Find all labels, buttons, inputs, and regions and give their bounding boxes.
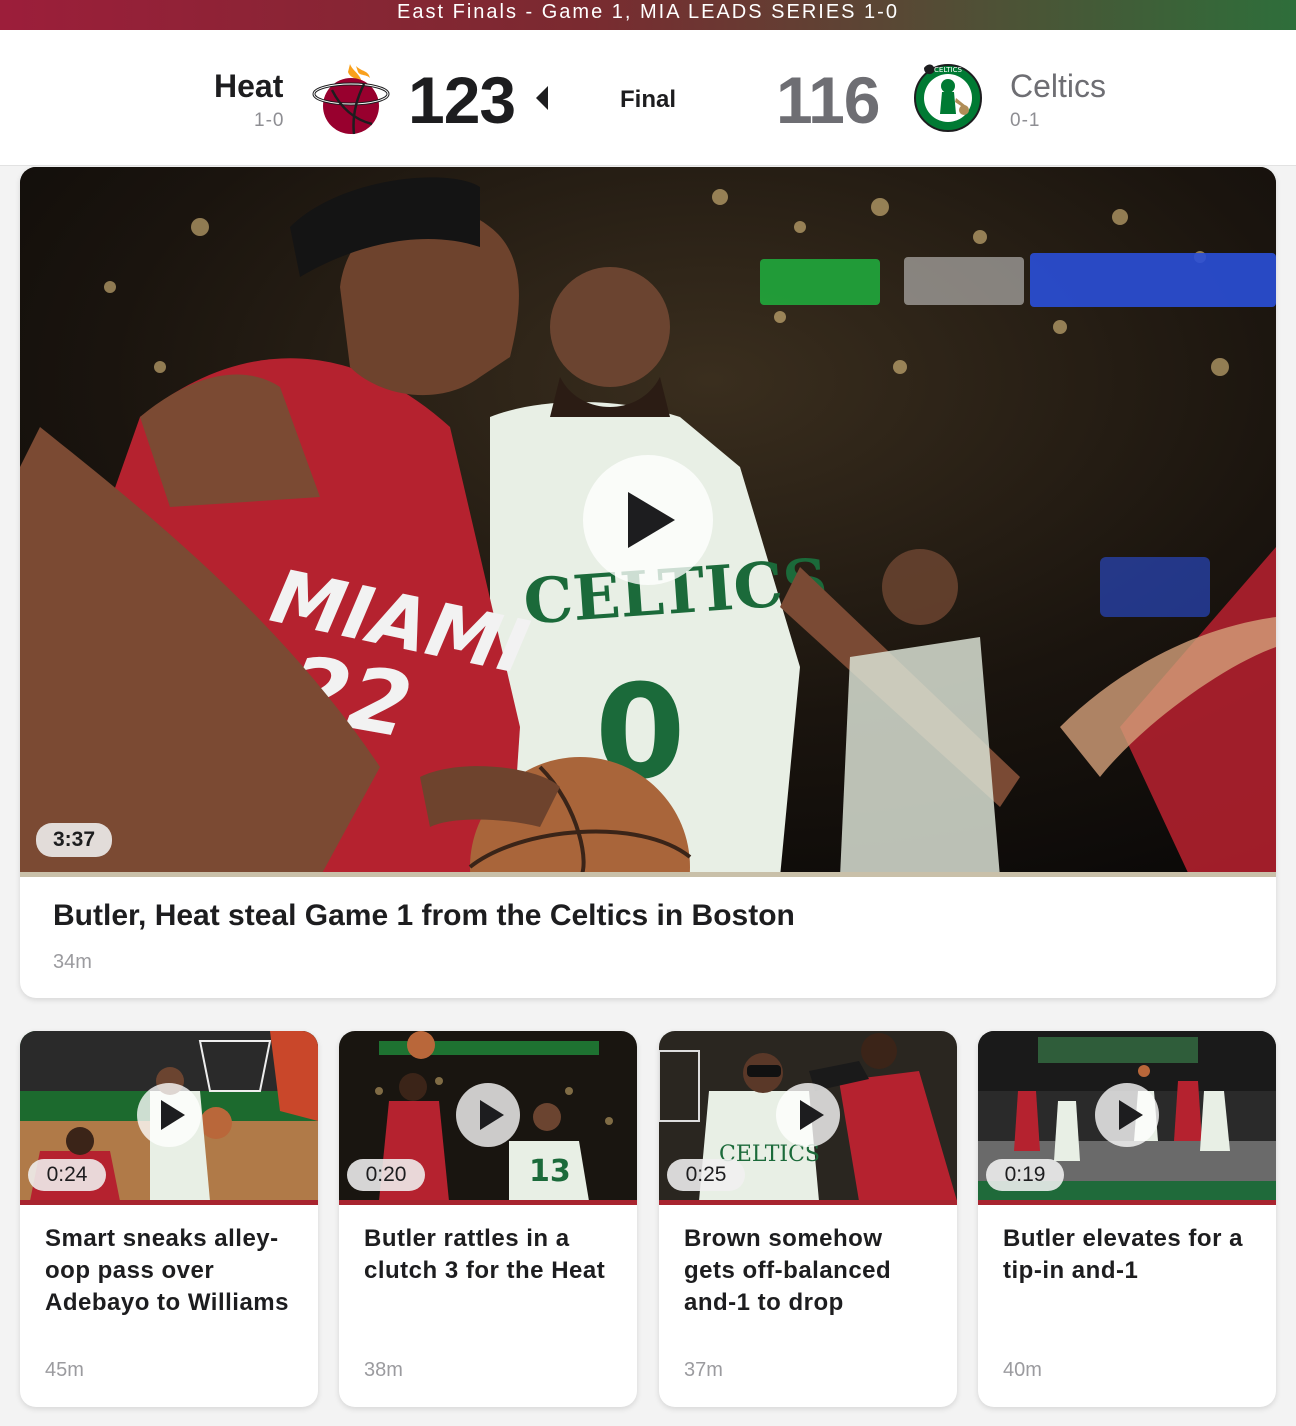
video-thumbnail-1[interactable]: 0:24 — [20, 1031, 318, 1201]
featured-video-title[interactable]: Butler, Heat steal Game 1 from the Celti… — [53, 899, 795, 933]
video-timestamp-4: 40m — [1003, 1359, 1042, 1381]
video-thumbnail-3[interactable]: CELTICS 0:25 — [659, 1031, 957, 1201]
video-timestamp-1: 45m — [45, 1359, 84, 1381]
video-card-4[interactable]: 0:19 Butler elevates for a tip-in and-1 … — [978, 1031, 1276, 1407]
featured-video-duration: 3:37 — [36, 823, 112, 857]
video-thumbnail-2[interactable]: 13 0:20 — [339, 1031, 637, 1201]
play-icon — [628, 492, 675, 548]
heat-logo-icon[interactable] — [312, 60, 390, 138]
featured-video-accent — [20, 872, 1276, 877]
featured-video-thumbnail[interactable]: CELTICS 0 MIAMI 22 3:37 — [20, 167, 1276, 877]
scoreboard[interactable]: Heat 1-0 123 Final 116 CELTICS Celtics 0… — [0, 30, 1296, 166]
game-status: Final — [620, 86, 677, 113]
video-card-2[interactable]: 13 0:20 Butler rattles in a clutch 3 for… — [339, 1031, 637, 1407]
video-accent-4 — [978, 1200, 1276, 1205]
play-button-3[interactable] — [776, 1083, 840, 1147]
video-thumbnail-4[interactable]: 0:19 — [978, 1031, 1276, 1201]
video-timestamp-2: 38m — [364, 1359, 403, 1381]
home-team-name[interactable]: Heat — [214, 68, 283, 105]
video-duration-2: 0:20 — [347, 1159, 425, 1191]
play-icon — [480, 1100, 504, 1130]
play-button-2[interactable] — [456, 1083, 520, 1147]
winner-caret-icon — [536, 86, 548, 110]
away-team-score: 116 — [776, 63, 880, 137]
video-card-1[interactable]: 0:24 Smart sneaks alley-oop pass over Ad… — [20, 1031, 318, 1407]
video-card-3[interactable]: CELTICS 0:25 Brown somehow gets off-bala… — [659, 1031, 957, 1407]
video-title-1[interactable]: Smart sneaks alley-oop pass over Adebayo… — [45, 1223, 300, 1319]
away-team-record: 0-1 — [1010, 110, 1041, 131]
play-icon — [1119, 1100, 1143, 1130]
away-team-name[interactable]: Celtics — [1010, 68, 1106, 105]
play-button-4[interactable] — [1095, 1083, 1159, 1147]
video-title-2[interactable]: Butler rattles in a clutch 3 for the Hea… — [364, 1223, 619, 1287]
home-team-score: 123 — [408, 63, 516, 137]
video-title-4[interactable]: Butler elevates for a tip-in and-1 — [1003, 1223, 1258, 1287]
video-timestamp-3: 37m — [684, 1359, 723, 1381]
featured-video-timestamp: 34m — [53, 951, 92, 973]
video-duration-3: 0:25 — [667, 1159, 745, 1191]
home-team-record: 1-0 — [254, 110, 285, 131]
svg-text:13: 13 — [529, 1154, 571, 1189]
play-icon — [800, 1100, 824, 1130]
video-accent-3 — [659, 1200, 957, 1205]
video-accent-2 — [339, 1200, 637, 1205]
video-duration-4: 0:19 — [986, 1159, 1064, 1191]
video-duration-1: 0:24 — [28, 1159, 106, 1191]
video-title-3[interactable]: Brown somehow gets off-balanced and-1 to… — [684, 1223, 939, 1319]
series-banner: East Finals - Game 1, MIA LEADS SERIES 1… — [0, 0, 1296, 30]
featured-video-card[interactable]: CELTICS 0 MIAMI 22 3:37 Butler, Heat ste… — [20, 167, 1276, 998]
play-button-1[interactable] — [137, 1083, 201, 1147]
featured-play-button[interactable] — [583, 455, 713, 585]
svg-text:CELTICS: CELTICS — [934, 66, 962, 74]
video-accent-1 — [20, 1200, 318, 1205]
play-icon — [161, 1100, 185, 1130]
celtics-logo-icon[interactable]: CELTICS — [912, 58, 984, 138]
